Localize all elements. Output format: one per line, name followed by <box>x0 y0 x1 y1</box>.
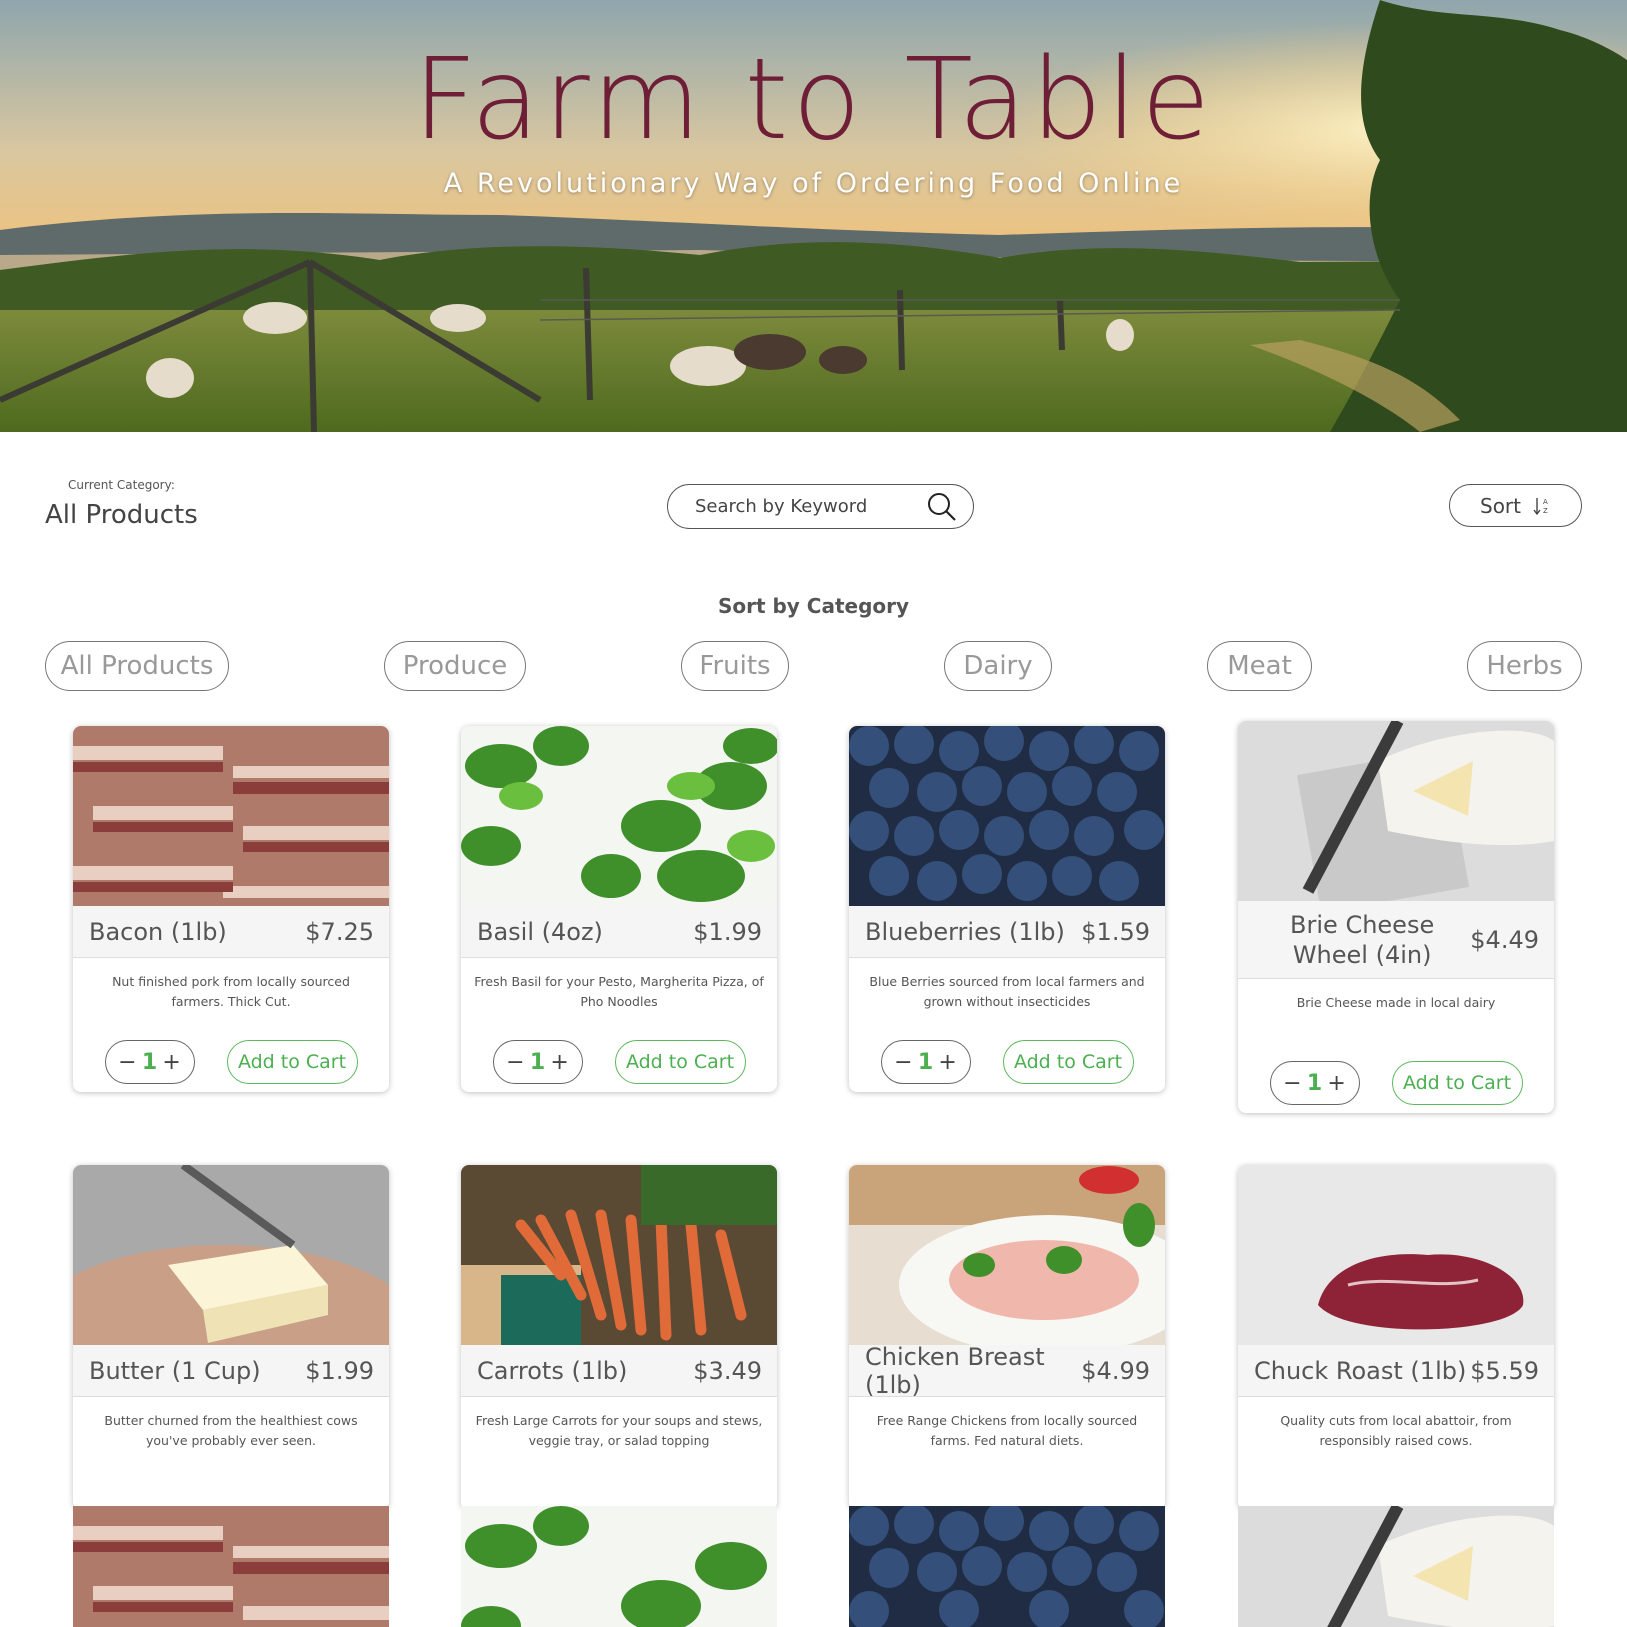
product-image-bacon-partial <box>73 1506 389 1627</box>
site-subtitle: A Revolutionary Way of Ordering Food Onl… <box>443 168 1184 199</box>
product-card: Carrots (1lb) $3.49 Fresh Large Carrots … <box>461 1165 777 1510</box>
quantity-value: 1 <box>917 1049 934 1075</box>
product-name: Carrots (1lb) <box>477 1356 628 1385</box>
card-actions: − 1 + Add to Cart <box>73 1036 389 1092</box>
product-description: Quality cuts from local abattoir, from r… <box>1280 1413 1512 1448</box>
product-card: Chicken Breast (1lb) $4.99 Free Range Ch… <box>849 1165 1165 1510</box>
product-name: Bacon (1lb) <box>89 917 227 946</box>
sort-label: Sort <box>1480 493 1521 518</box>
sort-az-icon: A Z <box>1533 497 1548 515</box>
product-description: Blue Berries sourced from local farmers … <box>869 974 1145 1009</box>
add-to-cart-button[interactable]: Add to Cart <box>1391 1061 1523 1105</box>
sort-by-category-heading: Sort by Category <box>717 594 910 618</box>
product-header: Brie Cheese Wheel (4in) $4.49 <box>1238 901 1554 979</box>
product-price: $1.99 <box>305 1356 374 1385</box>
product-name: Blueberries (1lb) <box>865 917 1065 946</box>
product-header: Blueberries (1lb) $1.59 <box>849 906 1165 958</box>
product-header: Carrots (1lb) $3.49 <box>461 1345 777 1397</box>
card-actions: − 1 + Add to Cart <box>849 1036 1165 1092</box>
product-image-bacon <box>73 726 389 906</box>
product-name: Butter (1 Cup) <box>89 1356 261 1385</box>
product-description: Fresh Basil for your Pesto, Margherita P… <box>474 974 764 1009</box>
product-description: Brie Cheese made in local dairy <box>1296 995 1496 1010</box>
search-icon[interactable] <box>927 492 957 526</box>
product-image-brie-partial <box>1238 1506 1554 1627</box>
hero-banner: Farm to Table A Revolutionary Way of Ord… <box>0 0 1627 432</box>
product-name: Basil (4oz) <box>477 917 603 946</box>
product-image-carrots <box>461 1165 777 1345</box>
search-input[interactable] <box>695 496 915 517</box>
product-card: Blueberries (1lb) $1.59 Blue Berries sou… <box>849 726 1165 1092</box>
category-dairy[interactable]: Dairy <box>944 641 1052 691</box>
category-fruits[interactable]: Fruits <box>681 641 789 691</box>
product-price: $5.59 <box>1470 1356 1539 1385</box>
product-price: $1.59 <box>1081 917 1150 946</box>
search-box <box>667 484 974 529</box>
quantity-value: 1 <box>529 1049 546 1075</box>
product-image-blueberries-partial <box>849 1506 1165 1627</box>
product-price: $3.49 <box>693 1356 762 1385</box>
svg-text:Z: Z <box>1543 507 1548 515</box>
decrement-button[interactable]: − <box>1283 1071 1301 1096</box>
product-name: Chuck Roast (1lb) <box>1254 1356 1467 1385</box>
product-description: Butter churned from the healthiest cows … <box>104 1413 358 1448</box>
sort-button[interactable]: Sort A Z <box>1449 484 1582 527</box>
site-title: Farm to Table <box>412 35 1215 165</box>
product-card: Bacon (1lb) $7.25 Nut finished pork from… <box>73 726 389 1092</box>
quantity-stepper: − 1 + <box>880 1040 971 1084</box>
product-header: Basil (4oz) $1.99 <box>461 906 777 958</box>
card-actions: − 1 + Add to Cart <box>461 1036 777 1092</box>
card-actions: − 1 + Add to Cart <box>1238 1057 1554 1113</box>
product-card: Butter (1 Cup) $1.99 Butter churned from… <box>73 1165 389 1510</box>
product-price: $4.49 <box>1470 925 1539 954</box>
product-image-basil-partial <box>461 1506 777 1627</box>
quantity-stepper: − 1 + <box>104 1040 195 1084</box>
decrement-button[interactable]: − <box>118 1050 136 1075</box>
increment-button[interactable]: + <box>162 1050 180 1075</box>
product-card: Chuck Roast (1lb) $5.59 Quality cuts fro… <box>1238 1165 1554 1510</box>
product-header: Bacon (1lb) $7.25 <box>73 906 389 958</box>
category-herbs[interactable]: Herbs <box>1467 641 1582 691</box>
decrement-button[interactable]: − <box>894 1050 912 1075</box>
product-price: $7.25 <box>305 917 374 946</box>
add-to-cart-button[interactable]: Add to Cart <box>1002 1040 1134 1084</box>
category-produce[interactable]: Produce <box>384 641 526 691</box>
product-card: Brie Cheese Wheel (4in) $4.49 Brie Chees… <box>1238 721 1554 1113</box>
quantity-stepper: − 1 + <box>1269 1061 1360 1105</box>
increment-button[interactable]: + <box>1327 1071 1345 1096</box>
product-card: Basil (4oz) $1.99 Fresh Basil for your P… <box>461 726 777 1092</box>
quantity-value: 1 <box>141 1049 158 1075</box>
product-name: Brie Cheese Wheel (4in) <box>1290 910 1435 969</box>
current-category-label: Current Category: <box>68 478 175 492</box>
increment-button[interactable]: + <box>550 1050 568 1075</box>
product-image-chuck-roast <box>1238 1165 1554 1345</box>
product-description: Fresh Large Carrots for your soups and s… <box>475 1413 763 1448</box>
current-category-value: All Products <box>45 500 198 530</box>
category-all-products[interactable]: All Products <box>45 641 229 691</box>
quantity-value: 1 <box>1306 1070 1323 1096</box>
category-meat[interactable]: Meat <box>1207 641 1312 691</box>
add-to-cart-button[interactable]: Add to Cart <box>226 1040 358 1084</box>
product-header: Chuck Roast (1lb) $5.59 <box>1238 1345 1554 1397</box>
product-price: $1.99 <box>693 917 762 946</box>
product-description: Nut finished pork from locally sourced f… <box>112 974 350 1009</box>
product-image-butter <box>73 1165 389 1345</box>
product-header: Butter (1 Cup) $1.99 <box>73 1345 389 1397</box>
product-header: Chicken Breast (1lb) $4.99 <box>849 1342 1165 1399</box>
decrement-button[interactable]: − <box>506 1050 524 1075</box>
product-name: Chicken Breast (1lb) <box>865 1342 1045 1399</box>
product-image-blueberries <box>849 726 1165 906</box>
quantity-stepper: − 1 + <box>492 1040 583 1084</box>
add-to-cart-button[interactable]: Add to Cart <box>614 1040 746 1084</box>
increment-button[interactable]: + <box>938 1050 956 1075</box>
svg-text:A: A <box>1543 498 1548 506</box>
product-image-brie <box>1238 721 1554 901</box>
product-price: $4.99 <box>1081 1356 1150 1385</box>
product-image-chicken <box>849 1165 1165 1345</box>
product-image-basil <box>461 726 777 906</box>
product-description: Free Range Chickens from locally sourced… <box>876 1413 1138 1448</box>
